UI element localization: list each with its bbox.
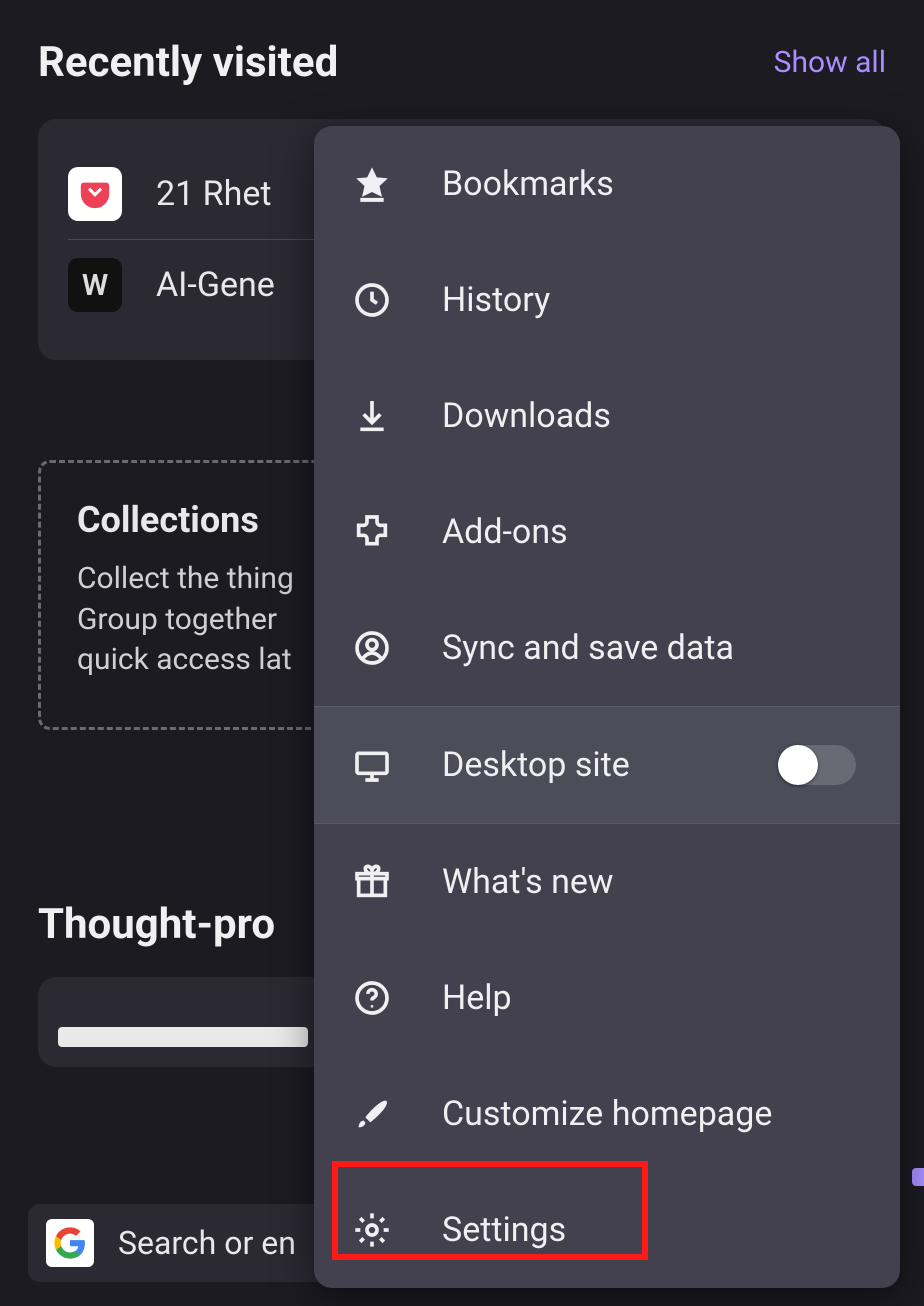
menu-item-sync[interactable]: Sync and save data <box>314 590 900 706</box>
recent-item-label: AI-Gene <box>156 265 275 305</box>
page-title: Recently visited <box>38 38 338 87</box>
download-icon <box>350 394 394 438</box>
site-icon: W <box>68 258 122 312</box>
show-all-link[interactable]: Show all <box>774 45 886 80</box>
menu-item-label: Settings <box>442 1210 566 1250</box>
thumbnail-placeholder <box>58 1027 308 1047</box>
menu-item-addons[interactable]: Add-ons <box>314 474 900 590</box>
addon-icon <box>350 510 394 554</box>
menu-item-label: History <box>442 280 550 320</box>
help-icon <box>350 976 394 1020</box>
bookmark-icon <box>350 162 394 206</box>
menu-item-label: Help <box>442 978 512 1018</box>
menu-item-help[interactable]: Help <box>314 940 900 1056</box>
menu-item-label: Sync and save data <box>442 628 734 668</box>
toggle-knob <box>778 745 818 785</box>
pocket-icon <box>68 167 122 221</box>
menu-item-label: What's new <box>442 862 613 902</box>
menu-item-label: Desktop site <box>442 745 630 785</box>
recent-item-label: 21 Rhet <box>156 174 271 214</box>
menu-item-whats-new[interactable]: What's new <box>314 824 900 940</box>
menu-item-label: Add-ons <box>442 512 568 552</box>
menu-item-settings[interactable]: Settings <box>314 1172 900 1288</box>
gear-icon <box>350 1208 394 1252</box>
menu-item-label: Bookmarks <box>442 164 614 204</box>
menu-item-history[interactable]: History <box>314 242 900 358</box>
browser-menu: Bookmarks History Downloads Add-ons Sync… <box>314 126 900 1288</box>
gift-icon <box>350 860 394 904</box>
sync-icon <box>350 626 394 670</box>
menu-item-customize-homepage[interactable]: Customize homepage <box>314 1056 900 1172</box>
header-row: Recently visited Show all <box>38 38 886 87</box>
accent-strip <box>912 1168 924 1186</box>
google-icon <box>46 1219 94 1267</box>
menu-item-desktop-site[interactable]: Desktop site <box>314 707 900 823</box>
menu-item-bookmarks[interactable]: Bookmarks <box>314 126 900 242</box>
menu-item-label: Downloads <box>442 396 611 436</box>
brush-icon <box>350 1092 394 1136</box>
desktop-icon <box>350 743 394 787</box>
history-icon <box>350 278 394 322</box>
menu-item-label: Customize homepage <box>442 1094 772 1134</box>
desktop-site-toggle[interactable] <box>778 745 856 785</box>
menu-item-downloads[interactable]: Downloads <box>314 358 900 474</box>
search-placeholder: Search or en <box>118 1224 296 1262</box>
